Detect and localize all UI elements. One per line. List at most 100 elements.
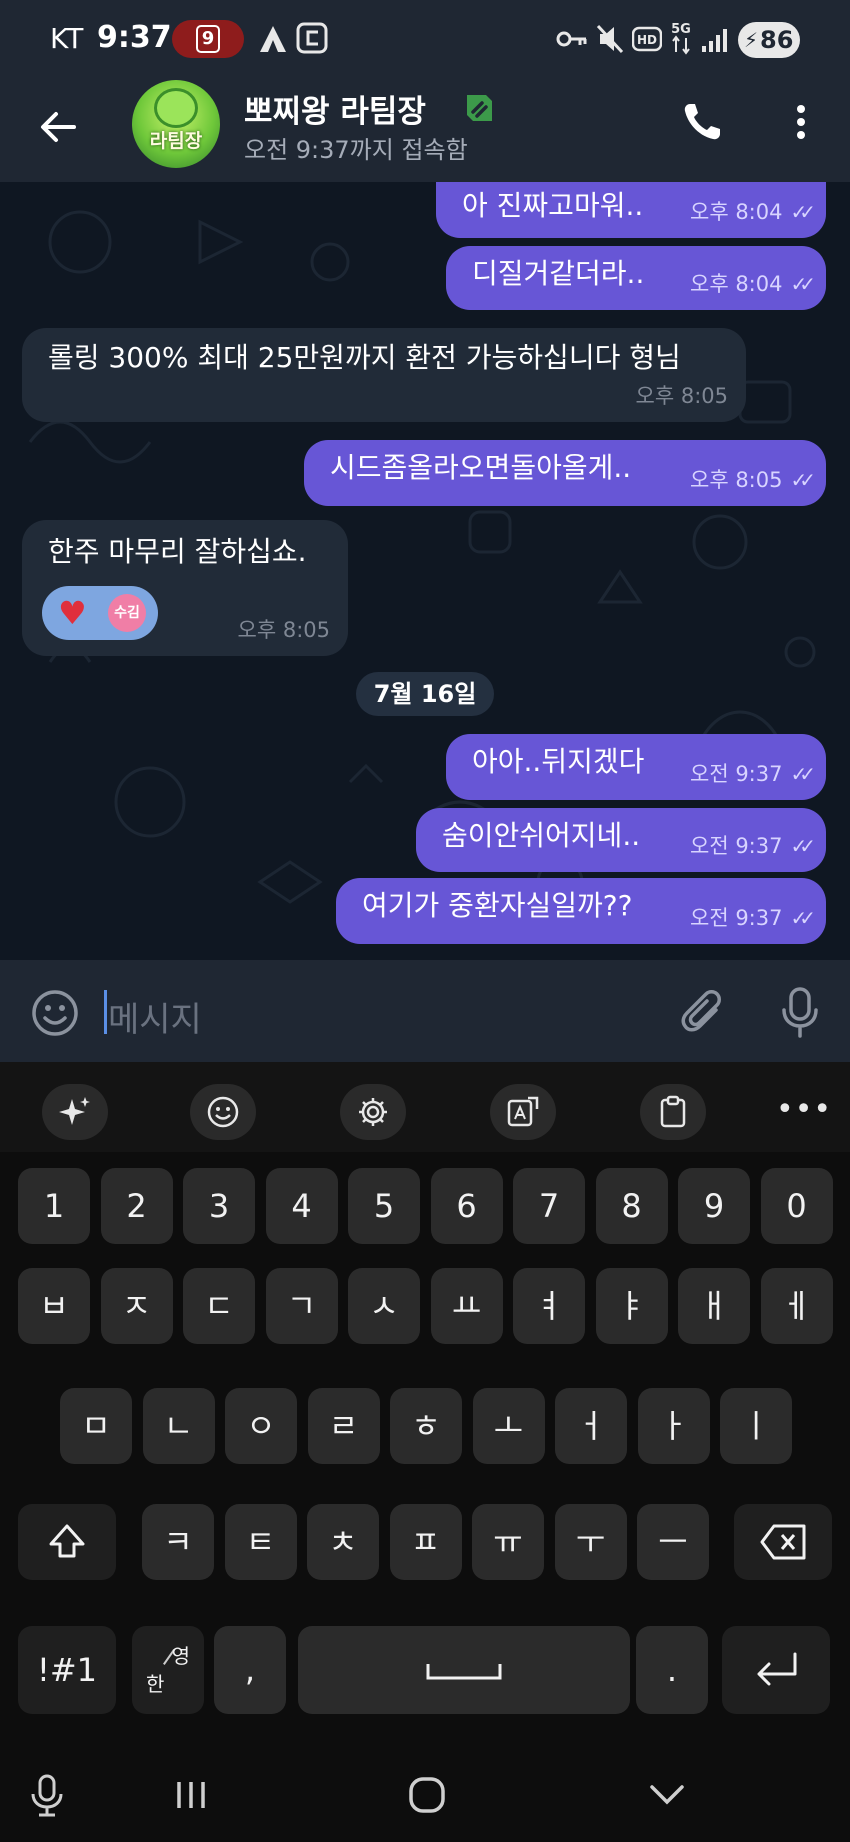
key-letter[interactable]: ㄴ bbox=[142, 1388, 215, 1464]
message-bubble-outgoing[interactable]: 시드좀올라오면돌아올게.. 오후 8:05 ✓✓ bbox=[304, 440, 826, 506]
message-time: 오전 9:37 ✓✓ bbox=[690, 828, 816, 864]
mute-icon bbox=[596, 24, 624, 54]
key-number[interactable]: 7 bbox=[513, 1168, 585, 1244]
chat-title[interactable]: 뽀찌왕 라팀장 bbox=[244, 86, 426, 131]
key-number[interactable]: 8 bbox=[595, 1168, 668, 1244]
avatar-caption: 라팀장 bbox=[149, 130, 203, 152]
read-receipt-icon: ✓✓ bbox=[790, 200, 815, 224]
navigation-bar bbox=[0, 1748, 850, 1842]
period-key[interactable]: . bbox=[636, 1626, 708, 1714]
reactor-avatar: 수김 bbox=[108, 594, 146, 632]
shift-icon bbox=[49, 1524, 85, 1558]
key-letter[interactable]: ㄹ bbox=[307, 1388, 380, 1464]
message-text: 디질거같더라.. bbox=[472, 257, 645, 290]
key-number[interactable]: 0 bbox=[760, 1168, 833, 1244]
key-number[interactable]: 4 bbox=[265, 1168, 338, 1244]
status-bar: KT 9:37 9 HD 5G ⚡ 86 bbox=[0, 0, 850, 80]
avatar[interactable]: 라팀장 bbox=[132, 80, 220, 168]
recent-apps-icon[interactable] bbox=[166, 1770, 216, 1820]
toolbar-more-icon[interactable]: ••• bbox=[776, 1092, 832, 1127]
space-key[interactable] bbox=[298, 1626, 630, 1714]
key-letter[interactable]: ㅋ bbox=[142, 1504, 214, 1580]
message-bubble-outgoing[interactable]: 아아..뒤지겠다 오전 9:37 ✓✓ bbox=[446, 734, 826, 800]
back-arrow-icon[interactable] bbox=[34, 102, 84, 152]
key-icon bbox=[556, 31, 587, 47]
key-letter[interactable]: ㅣ bbox=[720, 1388, 792, 1464]
key-letter[interactable]: ㄷ bbox=[183, 1268, 255, 1344]
key-letter[interactable]: ㅅ bbox=[348, 1268, 420, 1344]
key-letter[interactable]: ㅗ bbox=[472, 1388, 545, 1464]
key-letter[interactable]: ㅈ bbox=[100, 1268, 173, 1344]
message-time: 오후 8:04 ✓✓ bbox=[690, 194, 816, 230]
message-input[interactable]: 메시지 bbox=[108, 992, 202, 1041]
key-number[interactable]: 6 bbox=[430, 1168, 503, 1244]
message-bubble-outgoing[interactable]: 디질거같더라.. 오후 8:04 ✓✓ bbox=[446, 246, 826, 310]
shift-key[interactable] bbox=[18, 1504, 116, 1580]
clipboard-button[interactable] bbox=[640, 1084, 706, 1140]
key-letter[interactable]: ㅌ bbox=[224, 1504, 297, 1580]
translate-button[interactable] bbox=[490, 1084, 556, 1140]
key-number[interactable]: 1 bbox=[18, 1168, 90, 1244]
symbols-key[interactable]: !#1 bbox=[18, 1626, 116, 1714]
key-letter[interactable]: ㅠ bbox=[472, 1504, 544, 1580]
microphone-icon[interactable] bbox=[778, 986, 822, 1040]
gear-icon bbox=[359, 1098, 387, 1126]
key-number[interactable]: 3 bbox=[183, 1168, 255, 1244]
keyboard-toolbar: ••• bbox=[0, 1062, 850, 1152]
key-number[interactable]: 5 bbox=[348, 1168, 420, 1244]
message-bubble-outgoing[interactable]: 숨이안쉬어지네.. 오전 9:37 ✓✓ bbox=[416, 808, 826, 872]
message-bubble-outgoing[interactable]: 여기가 중환자실일까?? 오전 9:37 ✓✓ bbox=[336, 878, 826, 944]
key-number[interactable]: 2 bbox=[100, 1168, 173, 1244]
network-label: 5G bbox=[671, 22, 691, 37]
phone-icon[interactable] bbox=[680, 100, 724, 144]
signal-icon bbox=[702, 29, 727, 52]
message-text: 한주 마무리 잘하십쇼. bbox=[48, 535, 307, 568]
voice-input-icon[interactable] bbox=[22, 1770, 72, 1820]
key-letter[interactable]: ㄱ bbox=[265, 1268, 338, 1344]
key-letter[interactable]: ㅁ bbox=[60, 1388, 132, 1464]
key-letter[interactable]: ㅡ bbox=[637, 1504, 709, 1580]
key-letter[interactable]: ㅑ bbox=[595, 1268, 668, 1344]
read-receipt-icon: ✓✓ bbox=[790, 468, 815, 492]
enter-key[interactable] bbox=[722, 1626, 830, 1714]
emoji-icon[interactable] bbox=[30, 988, 80, 1038]
key-letter[interactable]: ㅇ bbox=[225, 1388, 297, 1464]
more-options-icon[interactable] bbox=[786, 100, 816, 144]
key-letter[interactable]: ㅊ bbox=[307, 1504, 379, 1580]
key-letter[interactable]: ㅂ bbox=[18, 1268, 90, 1344]
key-letter[interactable]: ㅏ bbox=[637, 1388, 710, 1464]
keyboard-settings-button[interactable] bbox=[340, 1084, 406, 1140]
comma-key[interactable]: , bbox=[214, 1626, 286, 1714]
read-receipt-icon: ✓✓ bbox=[790, 272, 815, 296]
message-bubble-incoming[interactable]: 롤링 300% 최대 25만원까지 환전 가능하십니다 형님 오후 8:05 bbox=[22, 328, 746, 422]
emoji-keyboard-button[interactable] bbox=[190, 1084, 256, 1140]
message-text: 시드좀올라오면돌아올게.. bbox=[330, 451, 632, 484]
message-bubble-outgoing[interactable]: 아 진짜고마워.. 오후 8:04 ✓✓ bbox=[436, 182, 826, 238]
attach-icon[interactable] bbox=[680, 988, 728, 1038]
message-list[interactable]: 아 진짜고마워.. 오후 8:04 ✓✓ 디질거같더라.. 오후 8:04 ✓✓ 롤… bbox=[0, 182, 850, 960]
key-letter[interactable]: ㅓ bbox=[555, 1388, 627, 1464]
language-switch-key[interactable]: 한영 bbox=[132, 1626, 204, 1714]
home-icon[interactable] bbox=[402, 1770, 452, 1820]
hide-keyboard-icon[interactable] bbox=[642, 1770, 692, 1820]
key-letter[interactable]: ㅛ bbox=[430, 1268, 503, 1344]
key-letter[interactable]: ㅔ bbox=[760, 1268, 833, 1344]
key-letter[interactable]: ㅐ bbox=[678, 1268, 750, 1344]
smiley-icon bbox=[207, 1096, 239, 1128]
ai-tools-button[interactable] bbox=[42, 1084, 108, 1140]
message-time: 오후 8:05 bbox=[635, 384, 728, 408]
keyboard: 1 2 3 4 5 6 7 8 9 0 ㅂㅈㄷㄱㅅㅛㅕㅑㅐㅔㅁㄴㅇㄹㅎㅗㅓㅏㅣㅋㅌㅊㅍㅠㅜㅡ !#1 한… bbox=[0, 1152, 850, 1748]
backspace-key[interactable] bbox=[734, 1504, 832, 1580]
message-input-bar: 메시지 bbox=[0, 960, 850, 1062]
key-letter[interactable]: ㅍ bbox=[389, 1504, 462, 1580]
reaction-chip[interactable]: ♥ 수김 bbox=[42, 586, 158, 640]
key-number[interactable]: 9 bbox=[678, 1168, 750, 1244]
key-letter[interactable]: ㅎ bbox=[390, 1388, 462, 1464]
hd-label: HD bbox=[637, 33, 657, 47]
enter-icon bbox=[757, 1652, 797, 1686]
message-text: 아 진짜고마워.. bbox=[462, 189, 644, 222]
key-letter[interactable]: ㅜ bbox=[554, 1504, 627, 1580]
key-letter[interactable]: ㅕ bbox=[513, 1268, 585, 1344]
network-5g-icon: 5G bbox=[671, 22, 691, 55]
translate-icon bbox=[507, 1096, 539, 1127]
